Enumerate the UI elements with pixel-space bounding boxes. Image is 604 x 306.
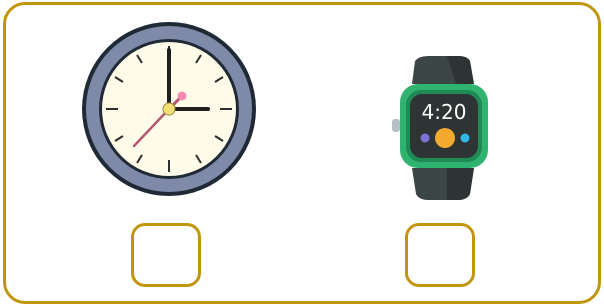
analog-clock-checkbox[interactable] — [131, 223, 201, 287]
option-analog-clock[interactable] — [78, 20, 260, 200]
smart-watch-checkbox[interactable] — [405, 223, 475, 287]
analog-clock-icon — [82, 22, 256, 196]
option-smart-watch[interactable]: 4:20 — [390, 56, 496, 202]
smart-watch-icon: 4:20 — [392, 56, 488, 200]
watch-time-text: 4:20 — [422, 100, 467, 124]
